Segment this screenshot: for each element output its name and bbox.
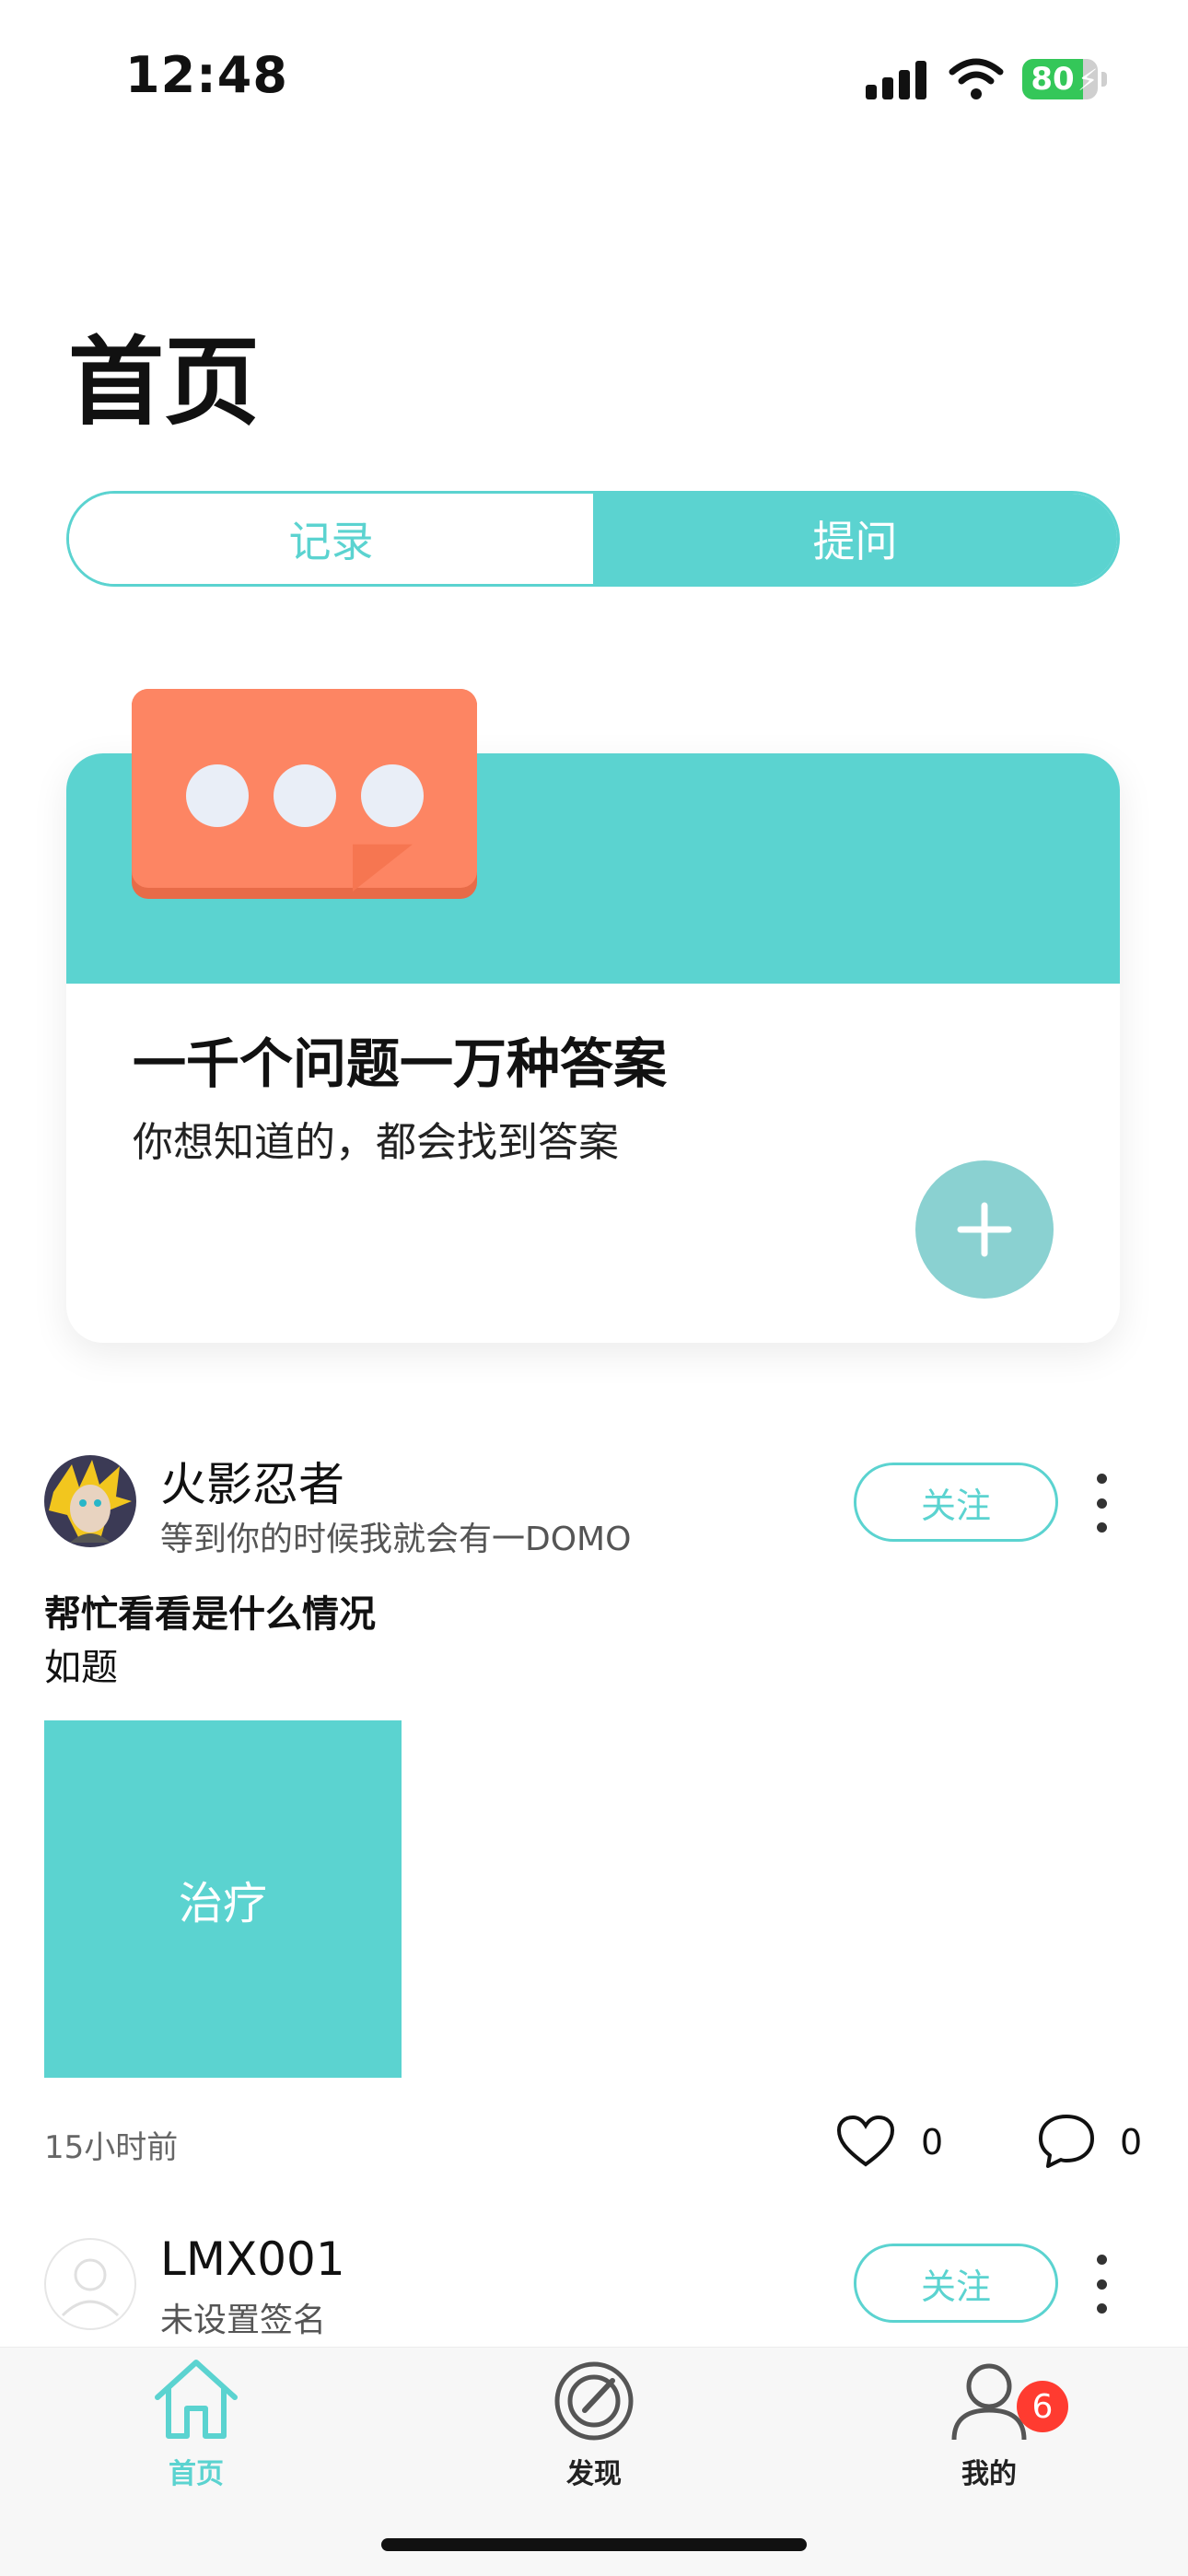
post-title[interactable]: 帮忙看看是什么情况 (44, 1584, 376, 1638)
comment-count: 0 (1120, 2122, 1143, 2162)
follow-button[interactable]: 关注 (854, 2244, 1058, 2323)
more-options-icon[interactable] (1092, 1474, 1111, 1533)
tab-mine-label: 我的 (961, 2458, 1017, 2490)
status-time: 12:48 (125, 46, 288, 104)
username[interactable]: LMX001 (160, 2232, 345, 2286)
post-body[interactable]: 如题 (44, 1638, 118, 1691)
tab-discover[interactable]: 发现 (502, 2357, 686, 2491)
more-options-icon[interactable] (1092, 2255, 1111, 2314)
compass-icon (554, 2361, 634, 2441)
tab-records[interactable]: 记录 (69, 494, 593, 584)
user-signature: 等到你的时候我就会有一DOMO (160, 1521, 632, 1558)
tab-discover-label: 发现 (566, 2458, 622, 2490)
wifi-icon (949, 58, 1004, 99)
plus-icon (957, 1202, 1012, 1257)
page-title: 首页 (68, 326, 261, 438)
segmented-control: 记录 提问 (66, 491, 1120, 587)
battery-indicator: 80 ⚡ (1022, 59, 1107, 99)
post-image-label: 治疗 (178, 1878, 267, 1929)
add-question-button[interactable] (915, 1160, 1054, 1299)
follow-button[interactable]: 关注 (854, 1463, 1058, 1542)
battery-percent: 80 (1031, 61, 1075, 98)
avatar[interactable] (44, 1455, 136, 1547)
home-indicator (381, 2538, 807, 2551)
tab-questions[interactable]: 提问 (593, 494, 1117, 584)
cellular-signal-icon (866, 59, 930, 99)
comment-icon[interactable] (1037, 2113, 1096, 2170)
card-title: 一千个问题一万种答案 (133, 1032, 668, 1095)
home-icon (155, 2360, 238, 2439)
tab-home[interactable]: 首页 (104, 2357, 288, 2491)
post-time: 15小时前 (44, 2129, 179, 2166)
default-avatar-icon (61, 2258, 120, 2317)
tab-home-label: 首页 (169, 2458, 224, 2490)
charging-bolt-icon: ⚡ (1077, 63, 1099, 98)
notification-badge: 6 (1017, 2381, 1068, 2432)
user-signature: 未设置签名 (160, 2302, 327, 2339)
like-count: 0 (921, 2122, 944, 2162)
card-subtitle: 你想知道的，都会找到答案 (133, 1119, 619, 1166)
heart-icon[interactable] (836, 2115, 895, 2168)
chat-bubble-icon (132, 689, 477, 899)
username[interactable]: 火影忍者 (160, 1448, 344, 1514)
post-image[interactable]: 治疗 (44, 1720, 402, 2078)
avatar[interactable] (44, 2238, 136, 2330)
